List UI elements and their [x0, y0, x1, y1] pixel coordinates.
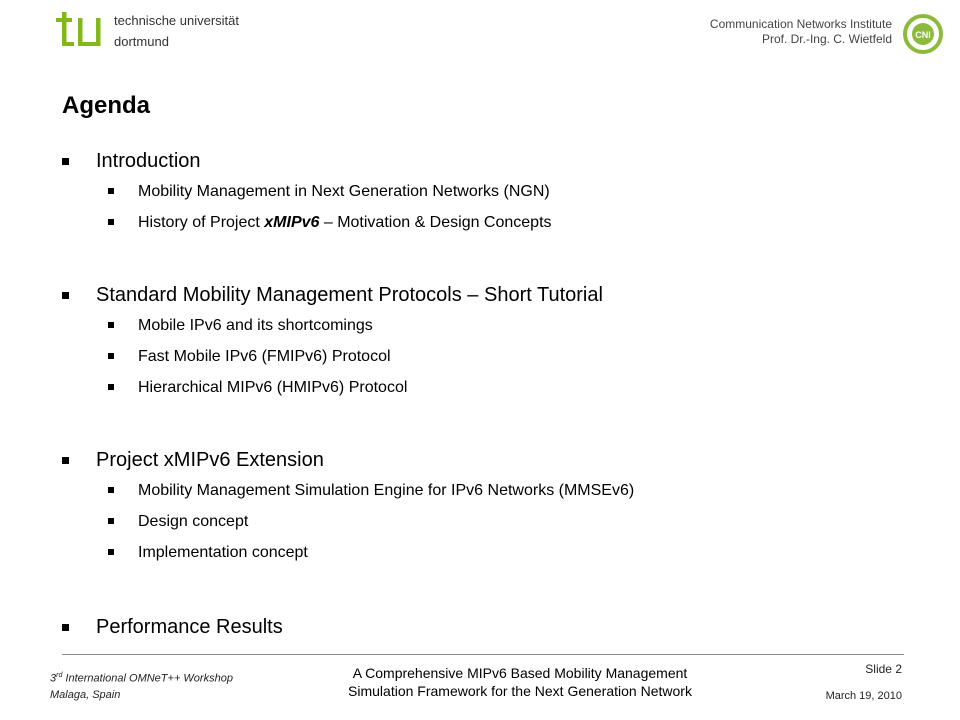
agenda-item-label: Standard Mobility Management Protocols –…: [96, 284, 603, 306]
square-bullet-icon: [108, 384, 114, 390]
square-bullet-icon: [62, 158, 69, 165]
agenda-subitem-suffix: – Motivation & Design Concepts: [319, 214, 552, 231]
presentation-date: March 19, 2010: [825, 690, 902, 702]
agenda-item-label: Performance Results: [96, 616, 283, 638]
agenda-list: Introduction Mobility Management in Next…: [62, 146, 922, 642]
agenda-subitem-prefix: History of Project: [138, 214, 265, 231]
workshop-location: Malaga, Spain: [50, 688, 121, 701]
agenda-subitem-label: Design concept: [138, 513, 249, 530]
square-bullet-icon: [108, 487, 114, 493]
paper-title-line1: A Comprehensive MIPv6 Based Mobility Man…: [352, 665, 688, 681]
cni-logo-text: CNI: [915, 30, 931, 40]
agenda-subitem-label: Fast Mobile IPv6 (FMIPv6) Protocol: [138, 348, 391, 365]
square-bullet-icon: [108, 518, 114, 524]
agenda-subitem: Implementation concept: [62, 537, 922, 568]
agenda-item-performance-results: Performance Results: [62, 612, 922, 642]
institute-name: Communication Networks Institute: [709, 17, 892, 31]
agenda-item-xmipv6-extension: Project xMIPv6 Extension: [62, 445, 922, 475]
agenda-item-standard-protocols: Standard Mobility Management Protocols –…: [62, 280, 922, 310]
footer-divider: [62, 654, 904, 655]
square-bullet-icon: [108, 322, 114, 328]
professor-name: Prof. Dr.-Ing. C. Wietfeld: [761, 32, 892, 46]
agenda-subitem-label: Mobility Management Simulation Engine fo…: [138, 482, 635, 499]
paper-title-line2: Simulation Framework for the Next Genera…: [348, 683, 692, 699]
square-bullet-icon: [108, 549, 114, 555]
university-name: technische universität dortmund: [114, 10, 239, 52]
agenda-subitem-label: Mobility Management in Next Generation N…: [138, 183, 550, 200]
institute-info: Communication Networks Institute Prof. D…: [710, 17, 892, 47]
agenda-subitem: History of Project xMIPv6 – Motivation &…: [62, 207, 922, 238]
square-bullet-icon: [62, 624, 69, 631]
workshop-info: 3rd International OMNeT++ Workshop Malag…: [50, 668, 233, 703]
workshop-title: International OMNeT++ Workshop: [62, 672, 233, 685]
square-bullet-icon: [62, 457, 69, 464]
square-bullet-icon: [62, 292, 69, 299]
square-bullet-icon: [108, 188, 114, 194]
agenda-item-introduction: Introduction: [62, 146, 922, 176]
slide-title: Agenda: [62, 92, 151, 119]
square-bullet-icon: [108, 219, 114, 225]
slide-number: Slide 2: [865, 662, 902, 676]
agenda-item-label: Introduction: [96, 150, 201, 172]
tu-dortmund-logo: [56, 12, 101, 46]
square-bullet-icon: [108, 353, 114, 359]
agenda-subitem: Mobility Management in Next Generation N…: [62, 176, 922, 207]
agenda-subitem: Fast Mobile IPv6 (FMIPv6) Protocol: [62, 341, 922, 372]
agenda-subitem: Design concept: [62, 506, 922, 537]
agenda-subitem: Mobile IPv6 and its shortcomings: [62, 310, 922, 341]
paper-title: A Comprehensive MIPv6 Based Mobility Man…: [310, 664, 730, 700]
agenda-subitem-label: Implementation concept: [138, 544, 308, 561]
agenda-subitem: Mobility Management Simulation Engine fo…: [62, 475, 922, 506]
university-name-line1: technische universität: [114, 13, 240, 28]
agenda-item-label: Project xMIPv6 Extension: [96, 449, 324, 471]
agenda-subitem: Hierarchical MIPv6 (HMIPv6) Protocol: [62, 372, 922, 403]
cni-logo: CNI: [903, 14, 943, 54]
agenda-subitem-label: Hierarchical MIPv6 (HMIPv6) Protocol: [138, 379, 408, 396]
workshop-name: 3rd International OMNeT++ Workshop: [50, 668, 233, 687]
university-name-line2: dortmund: [114, 34, 169, 49]
agenda-subitem-emphasis: xMIPv6: [264, 214, 320, 231]
agenda-subitem-label: Mobile IPv6 and its shortcomings: [138, 317, 373, 334]
